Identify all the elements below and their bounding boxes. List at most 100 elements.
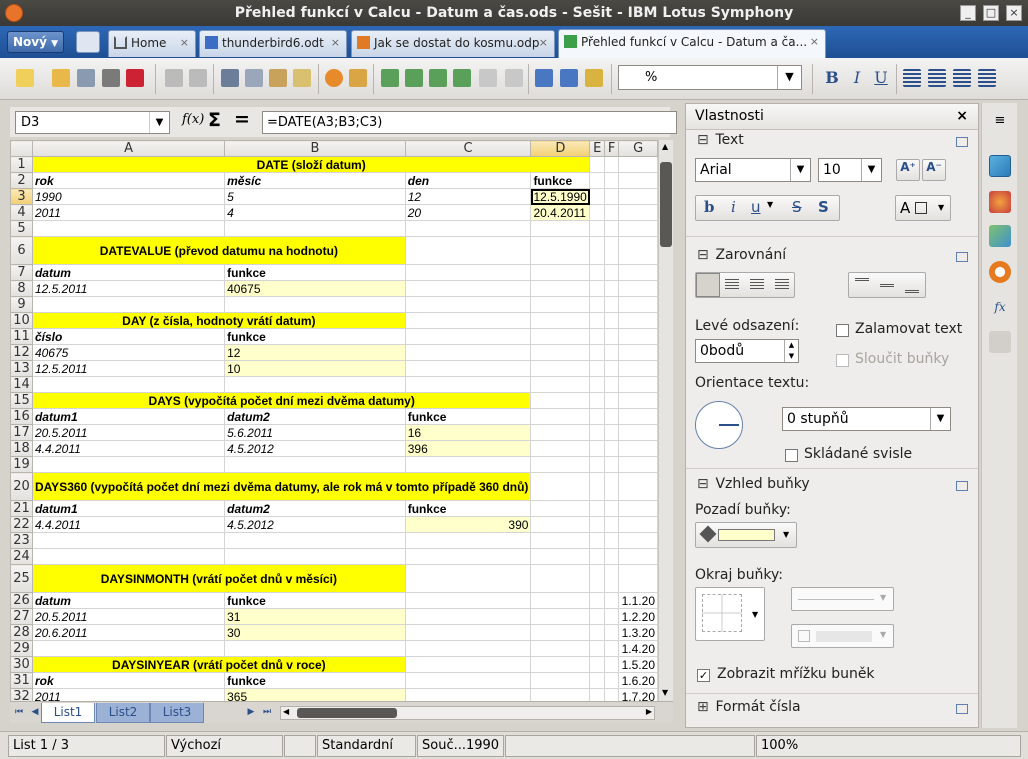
cell[interactable] [530,376,591,393]
cell[interactable]: funkce [224,592,406,609]
cell[interactable] [604,156,620,173]
cell[interactable]: funkce [404,408,532,425]
align-top-icon[interactable] [855,278,869,281]
next-sheet-icon[interactable]: ▶ [244,705,258,719]
name-box[interactable]: D3 ▼ [15,111,170,134]
cell[interactable] [589,280,606,297]
equals-icon[interactable]: = [234,108,250,130]
autofilter-icon[interactable] [585,69,603,87]
cell[interactable] [224,220,406,237]
cell[interactable] [404,456,532,473]
cell[interactable]: 2011 [31,204,226,221]
align-left-icon[interactable] [903,69,921,87]
cell[interactable]: 12.5.2011 [31,280,226,297]
cell[interactable] [404,640,532,657]
cut-icon[interactable] [221,69,239,87]
scroll-up-icon[interactable]: ▲ [662,142,668,151]
cell[interactable] [530,500,591,517]
row-header[interactable]: 10 [10,312,33,329]
undo-icon[interactable] [165,69,183,87]
row-header[interactable]: 7 [10,264,33,281]
bold-button[interactable]: B [822,67,842,89]
cell[interactable] [404,672,532,689]
chevron-down-icon[interactable]: ▼ [767,200,773,209]
cell[interactable] [618,360,658,377]
cell[interactable] [530,296,591,313]
cell[interactable] [530,264,591,281]
cell[interactable]: 16 [404,424,532,441]
cell[interactable] [604,204,620,221]
justify-icon[interactable] [775,279,789,291]
select-all-corner[interactable] [10,140,33,157]
cell[interactable] [604,236,620,265]
cell[interactable] [224,456,406,473]
row-header[interactable]: 1 [10,156,33,173]
row-header[interactable]: 30 [10,656,33,673]
cell[interactable] [589,392,606,409]
cell[interactable] [618,408,658,425]
cell[interactable] [618,172,658,189]
function-wizard-icon[interactable]: f(x) [182,112,204,127]
cell[interactable]: DAYSINYEAR (vrátí počet dnů v roce) [31,656,406,673]
cell[interactable] [589,656,606,673]
cell[interactable]: rok [31,172,226,189]
delete-columns-icon[interactable] [453,69,471,87]
sum-icon[interactable]: Σ [208,109,221,131]
cell[interactable]: 12 [404,188,532,205]
cell[interactable] [530,408,591,425]
cell[interactable] [618,376,658,393]
number-format-section-header[interactable]: ⊞ Formát čísla [697,699,801,715]
cell[interactable]: datum [31,264,226,281]
cell[interactable] [589,472,606,501]
alignment-section-header[interactable]: ⊟ Zarovnání [697,247,786,263]
cell[interactable] [530,236,591,265]
cell[interactable]: funkce [224,328,406,345]
cell[interactable] [530,424,591,441]
cell[interactable] [530,456,591,473]
cell[interactable] [224,532,406,549]
cell[interactable] [530,608,591,625]
align-bottom-icon[interactable] [905,290,919,293]
cell[interactable]: 4.4.2011 [31,440,226,457]
cell[interactable] [589,548,606,565]
column-header[interactable]: A [31,140,226,157]
close-tab-icon[interactable]: × [331,31,340,55]
cell[interactable] [404,624,532,641]
cell[interactable] [404,236,532,265]
sheet-tab-list2[interactable]: List2 [96,703,150,723]
more-options-icon[interactable] [956,137,968,147]
cell[interactable]: 31 [224,608,406,625]
row-header[interactable]: 21 [10,500,33,517]
align-right-icon[interactable] [750,279,764,291]
cell[interactable] [589,264,606,281]
cell[interactable]: 30 [224,624,406,641]
cell[interactable] [589,376,606,393]
cell[interactable]: 390 [404,516,532,533]
column-header[interactable]: B [224,140,406,157]
cell[interactable] [404,220,532,237]
cell[interactable] [589,312,606,329]
close-tab-icon[interactable]: × [180,31,189,55]
more-options-icon[interactable] [956,481,968,491]
row-header[interactable]: 29 [10,640,33,657]
cell[interactable] [589,360,606,377]
column-header[interactable]: E [589,140,606,157]
cell[interactable] [604,280,620,297]
cell[interactable] [404,688,532,701]
first-sheet-icon[interactable]: ⏮ [12,705,26,719]
cell[interactable] [604,688,620,701]
cell[interactable] [530,532,591,549]
cell[interactable]: 1.6.20 [618,672,658,689]
cell[interactable] [604,532,620,549]
row-header[interactable]: 31 [10,672,33,689]
tab-prehled-funkci[interactable]: Přehled funkcí v Calcu - Datum a ča... × [558,29,826,58]
cell[interactable] [604,440,620,457]
maximize-button[interactable]: □ [983,5,999,21]
open-folder-icon[interactable] [52,69,70,87]
insert-image-icon[interactable] [349,69,367,87]
new-button[interactable]: Nový ▼ [7,31,64,53]
cell[interactable]: 1.3.20 [618,624,658,641]
sheet-tab-list3[interactable]: List3 [150,703,204,723]
cell[interactable] [530,392,591,409]
functions-icon[interactable]: fx [989,296,1011,318]
